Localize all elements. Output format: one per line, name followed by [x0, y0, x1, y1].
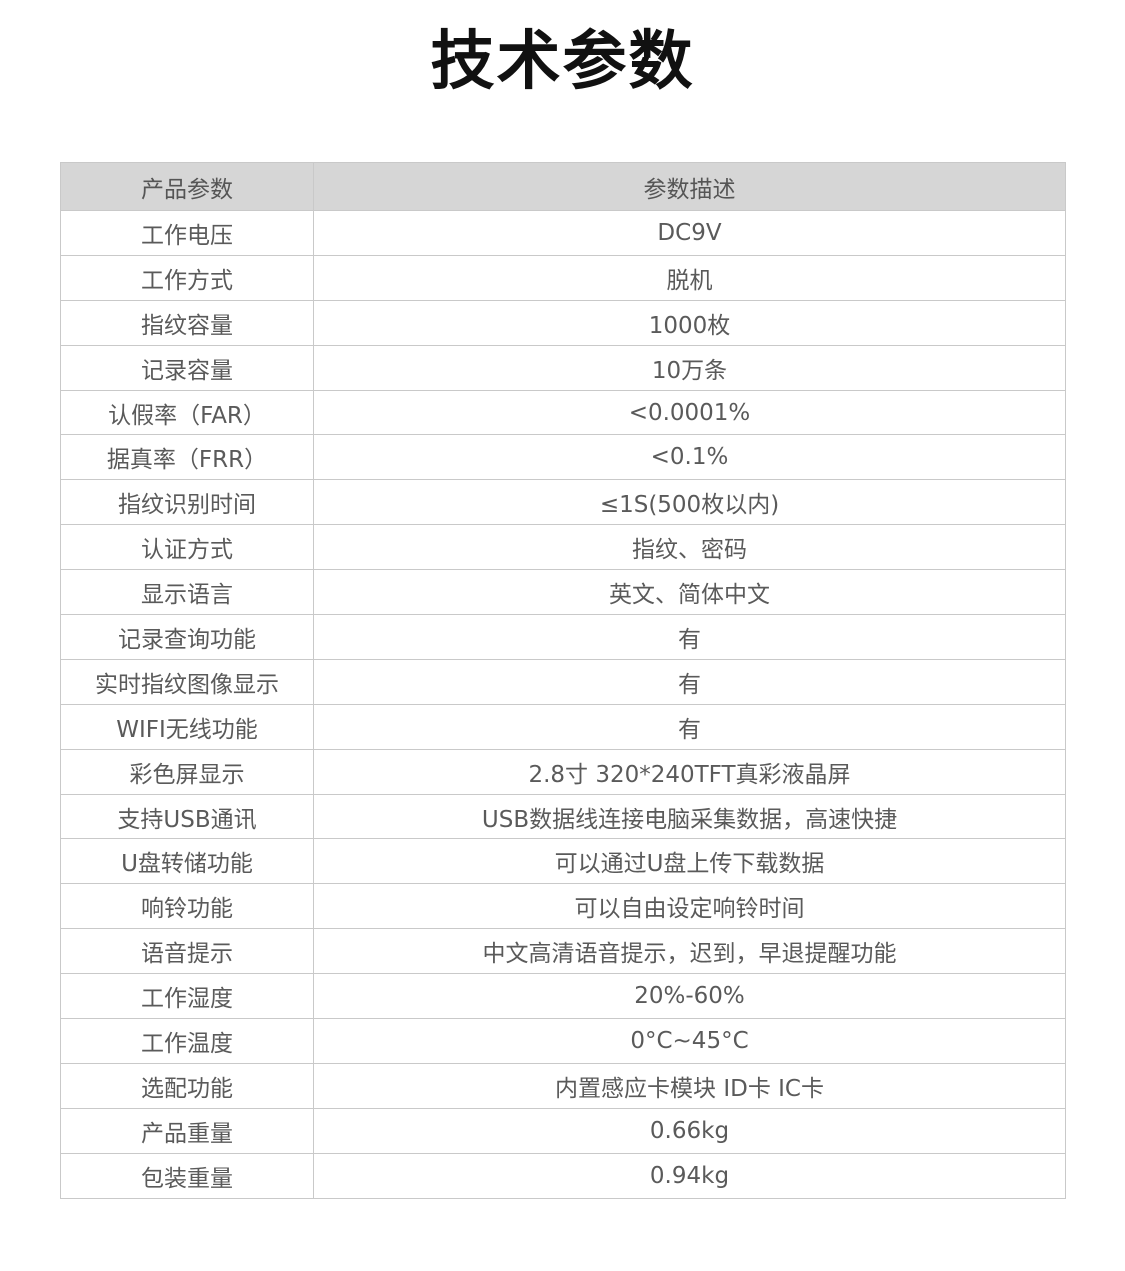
param-value: 可以自由设定响铃时间	[313, 883, 1066, 930]
param-name: 认证方式	[60, 524, 314, 571]
param-name: 响铃功能	[60, 883, 314, 930]
param-value: 有	[313, 703, 1066, 750]
table-row: 记录查询功能有	[60, 614, 1066, 660]
param-name: 记录查询功能	[60, 614, 314, 660]
param-name: 产品重量	[60, 1107, 314, 1154]
param-name: 彩色屏显示	[60, 748, 314, 795]
param-value: USB数据线连接电脑采集数据，高速快捷	[313, 793, 1066, 840]
param-value: 英文、简体中文	[313, 569, 1066, 616]
param-name: 据真率（FRR）	[60, 434, 314, 481]
table-row: 认假率（FAR） <0.0001%	[60, 389, 1066, 436]
param-name: 工作湿度	[60, 973, 314, 1020]
header-product-parameter: 产品参数	[60, 162, 314, 211]
table-row: 记录容量 10万条	[60, 344, 1066, 391]
param-value: ≤1S(500枚以内)	[313, 479, 1066, 526]
param-name: U盘转储功能	[60, 838, 314, 885]
table-row: 工作湿度 20%-60%	[60, 973, 1066, 1020]
param-value: 中文高清语音提示，迟到，早退提醒功能	[313, 928, 1066, 975]
table-row: 包装重量 0.94kg	[60, 1152, 1066, 1199]
param-name: 语音提示	[60, 928, 314, 975]
table-row: 工作方式 脱机	[60, 254, 1066, 301]
param-name: 记录容量	[60, 344, 314, 391]
param-value: DC9V	[313, 210, 1066, 256]
table-row: 认证方式 指纹、密码	[60, 524, 1066, 571]
param-value: 0.94kg	[313, 1152, 1066, 1199]
page-title: 技术参数	[430, 25, 695, 99]
param-value: 2.8寸 320*240TFT真彩液晶屏	[313, 748, 1066, 795]
param-value: 有	[313, 614, 1066, 660]
param-name: 认假率（FAR）	[60, 389, 314, 436]
param-value: <0.0001%	[313, 389, 1066, 436]
param-value: 指纹、密码	[313, 524, 1066, 571]
table-row: 实时指纹图像显示有	[60, 658, 1066, 705]
param-name: 显示语言	[60, 569, 314, 616]
param-name: 工作电压	[60, 210, 314, 256]
param-value: 10万条	[313, 344, 1066, 391]
spec-table: 产品参数 参数描述 工作电压 DC9V 工作方式 脱机 指纹容量 1000枚 记录容量…	[60, 162, 1066, 1199]
table-row: 彩色屏显示 2.8寸 320*240TFT真彩液晶屏	[60, 748, 1066, 795]
table-header-row: 产品参数 参数描述	[60, 162, 1066, 211]
param-name: 支持USB通讯	[60, 793, 314, 840]
param-name: WIFI无线功能	[60, 703, 314, 750]
param-name: 工作温度	[60, 1018, 314, 1064]
param-value: 脱机	[313, 254, 1066, 301]
table-row: 语音提示 中文高清语音提示，迟到，早退提醒功能	[60, 928, 1066, 975]
param-name: 实时指纹图像显示	[60, 658, 314, 705]
param-name: 指纹识别时间	[60, 479, 314, 526]
table-row: 选配功能 内置感应卡模块 ID卡 IC卡	[60, 1062, 1066, 1109]
param-value: 0°C~45°C	[313, 1018, 1066, 1064]
table-row: WIFI无线功能有	[60, 703, 1066, 750]
param-name: 工作方式	[60, 254, 314, 301]
table-row: 指纹识别时间 ≤1S(500枚以内)	[60, 479, 1066, 526]
param-name: 指纹容量	[60, 299, 314, 346]
table-row: 工作电压 DC9V	[60, 210, 1066, 256]
param-name: 选配功能	[60, 1062, 314, 1109]
table-row: 产品重量 0.66kg	[60, 1107, 1066, 1154]
param-value: 1000枚	[313, 299, 1066, 346]
param-value: 20%-60%	[313, 973, 1066, 1020]
table-row: 工作温度 0°C~45°C	[60, 1018, 1066, 1064]
param-value: 0.66kg	[313, 1107, 1066, 1154]
table-row: 响铃功能 可以自由设定响铃时间	[60, 883, 1066, 930]
param-value: 有	[313, 658, 1066, 705]
header-parameter-description: 参数描述	[313, 162, 1066, 211]
table-row: 支持USB通讯 USB数据线连接电脑采集数据，高速快捷	[60, 793, 1066, 840]
table-row: 据真率（FRR） <0.1%	[60, 434, 1066, 481]
param-value: 内置感应卡模块 ID卡 IC卡	[313, 1062, 1066, 1109]
param-value: <0.1%	[313, 434, 1066, 481]
param-value: 可以通过U盘上传下载数据	[313, 838, 1066, 885]
table-row: 指纹容量 1000枚	[60, 299, 1066, 346]
param-name: 包装重量	[60, 1152, 314, 1199]
table-row: U盘转储功能 可以通过U盘上传下载数据	[60, 838, 1066, 885]
table-row: 显示语言 英文、简体中文	[60, 569, 1066, 616]
